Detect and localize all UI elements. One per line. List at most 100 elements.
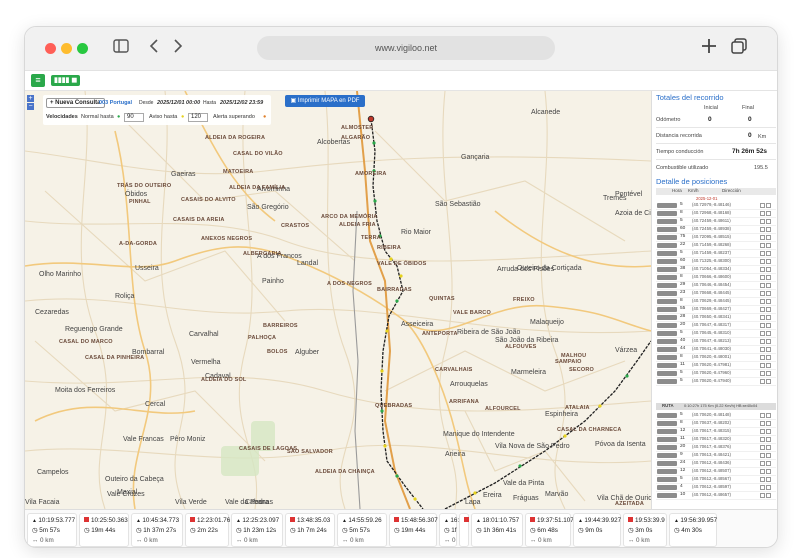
position-row[interactable]: 40 (40.70647,-8.48213) (656, 338, 776, 346)
event-card[interactable]: 19:53:39.9 ◷ 3m 0s ↔ 0 km (623, 513, 667, 547)
map-pin-icon[interactable] (760, 331, 765, 336)
position-row[interactable]: 9 (40.70613,-8.48421) (656, 452, 776, 460)
position-row[interactable]: 20 (40.70647,-8.48317) (656, 322, 776, 330)
street-view-icon[interactable] (766, 379, 771, 384)
map-pin-icon[interactable] (760, 413, 765, 418)
position-row[interactable]: 8 (40.70637,-8.48202) (656, 420, 776, 428)
chevron-right-icon[interactable] (173, 39, 183, 58)
street-view-icon[interactable] (766, 453, 771, 458)
warning-speed-input[interactable]: 120 (188, 113, 208, 122)
position-row[interactable]: 24 (40.70612,-8.48436) (656, 460, 776, 468)
event-card[interactable]: 13:48:35.03 ◷ 1h 7m 24s (285, 513, 335, 547)
street-view-icon[interactable] (766, 211, 771, 216)
event-card[interactable]: ▲ 18:01:10.757 ◷ 1h 36m 41s (471, 513, 523, 547)
zoom-out-button[interactable]: − (27, 103, 34, 110)
map-pin-icon[interactable] (760, 477, 765, 482)
street-view-icon[interactable] (766, 331, 771, 336)
address-bar[interactable]: www.vigiloo.net (257, 36, 555, 60)
map-pin-icon[interactable] (760, 469, 765, 474)
event-card[interactable]: ▲ 10:19:53.777 ◷ 5m 57s ↔ 0 km (27, 513, 77, 547)
map-pin-icon[interactable] (760, 299, 765, 304)
position-row[interactable]: 38 (40.71054,-8.48334) (656, 266, 776, 274)
map-pin-icon[interactable] (760, 453, 765, 458)
map-view[interactable]: + − Óbidos São Gregório Rio Maior Landal A d… (25, 91, 651, 509)
map-pin-icon[interactable] (760, 275, 765, 280)
close-window-button[interactable] (45, 43, 56, 54)
position-row[interactable]: 4 (40.70612,-8.48597) (656, 484, 776, 492)
map-pin-icon[interactable] (760, 339, 765, 344)
street-view-icon[interactable] (766, 299, 771, 304)
position-row[interactable]: 75 (40.72095,-8.48515) (656, 234, 776, 242)
to-value[interactable]: 2025/12/02 23:59 (220, 100, 263, 106)
plus-icon[interactable] (701, 38, 717, 59)
position-row[interactable]: 5 (40.70645,-8.48310) (656, 330, 776, 338)
street-view-icon[interactable] (766, 429, 771, 434)
map-pin-icon[interactable] (760, 355, 765, 360)
map-pin-icon[interactable] (760, 347, 765, 352)
street-view-icon[interactable] (766, 259, 771, 264)
map-pin-icon[interactable] (760, 283, 765, 288)
position-row[interactable]: 8 (40.70666,-8.48600) (656, 274, 776, 282)
position-row[interactable]: 5 (40.72459,-8.48611) (656, 218, 776, 226)
street-view-icon[interactable] (766, 421, 771, 426)
position-row[interactable]: 5 (40.70620,-8.47960) (656, 370, 776, 378)
map-pin-icon[interactable] (760, 485, 765, 490)
position-row[interactable]: 5 (40.70612,-8.48567) (656, 476, 776, 484)
map-pin-icon[interactable] (760, 493, 765, 498)
street-view-icon[interactable] (766, 251, 771, 256)
street-view-icon[interactable] (766, 283, 771, 288)
street-view-icon[interactable] (766, 227, 771, 232)
map-pin-icon[interactable] (760, 307, 765, 312)
street-view-icon[interactable] (766, 347, 771, 352)
position-row[interactable]: 20 (40.70617,-8.48376) (656, 444, 776, 452)
map-pin-icon[interactable] (760, 235, 765, 240)
event-card[interactable]: 7 (459, 513, 475, 547)
street-view-icon[interactable] (766, 355, 771, 360)
map-pin-icon[interactable] (760, 323, 765, 328)
street-view-icon[interactable] (766, 363, 771, 368)
map-pin-icon[interactable] (760, 259, 765, 264)
map-pin-icon[interactable] (760, 445, 765, 450)
menu-icon[interactable]: ≡ (31, 74, 45, 87)
street-view-icon[interactable] (766, 219, 771, 224)
minimize-window-button[interactable] (61, 43, 72, 54)
street-view-icon[interactable] (766, 469, 771, 474)
position-row[interactable]: 12 (40.70612,-8.48507) (656, 468, 776, 476)
street-view-icon[interactable] (766, 291, 771, 296)
zoom-in-button[interactable]: + (27, 95, 34, 102)
street-view-icon[interactable] (766, 461, 771, 466)
position-row[interactable]: 60 (40.72459,-8.48938) (656, 226, 776, 234)
map-pin-icon[interactable] (760, 251, 765, 256)
street-view-icon[interactable] (766, 275, 771, 280)
position-row[interactable]: 60 (40.71325,-8.48300) (656, 258, 776, 266)
position-row[interactable]: 8 (40.72968,-8.48168) (656, 210, 776, 218)
map-pin-icon[interactable] (760, 371, 765, 376)
position-row[interactable]: 11 (40.70620,-8.47981) (656, 362, 776, 370)
position-row[interactable]: 8 (40.70620,-8.48001) (656, 354, 776, 362)
street-view-icon[interactable] (766, 339, 771, 344)
event-card[interactable]: 12:23:01.76 ◷ 2m 22s (185, 513, 230, 547)
street-view-icon[interactable] (766, 323, 771, 328)
position-row[interactable]: 11 (40.70617,-8.48320) (656, 436, 776, 444)
event-card[interactable]: 10:25:50.363 ◷ 19m 44s (79, 513, 129, 547)
street-view-icon[interactable] (766, 267, 771, 272)
map-pin-icon[interactable] (760, 461, 765, 466)
map-pin-icon[interactable] (760, 267, 765, 272)
street-view-icon[interactable] (766, 493, 771, 498)
event-card[interactable]: ▲ 14:55:59.26 ◷ 5m 57s ↔ 0 km (337, 513, 387, 547)
street-view-icon[interactable] (766, 203, 771, 208)
map-pin-icon[interactable] (760, 211, 765, 216)
position-row[interactable]: 29 (40.70646,-8.48454) (656, 282, 776, 290)
route-row[interactable]: RUTA 0:10:27h 175 Km (0.22 Km/h) HB:xe40… (656, 403, 776, 410)
position-row[interactable]: 12 (40.70617,-8.48315) (656, 428, 776, 436)
vehicle-name[interactable]: 003 Portugal (99, 100, 132, 106)
position-row[interactable]: 55 (40.70669,-8.48427) (656, 306, 776, 314)
street-view-icon[interactable] (766, 243, 771, 248)
position-row[interactable]: 5 (40.70620,-8.48148) (656, 412, 776, 420)
event-card[interactable]: 15:48:56.307 ◷ 19m 44s (389, 513, 438, 547)
street-view-icon[interactable] (766, 307, 771, 312)
print-map-pdf-button[interactable]: ▣ Imprimir MAPA en PDF (285, 95, 365, 107)
event-card[interactable]: ▲ 12:25:23.097 ◷ 1h 23m 12s ↔ 0 km (231, 513, 283, 547)
position-row[interactable]: 5 (40.70620,-8.47940) (656, 378, 776, 386)
vehicle-badge[interactable]: ▮▮▮▮ ◼ (51, 75, 81, 86)
